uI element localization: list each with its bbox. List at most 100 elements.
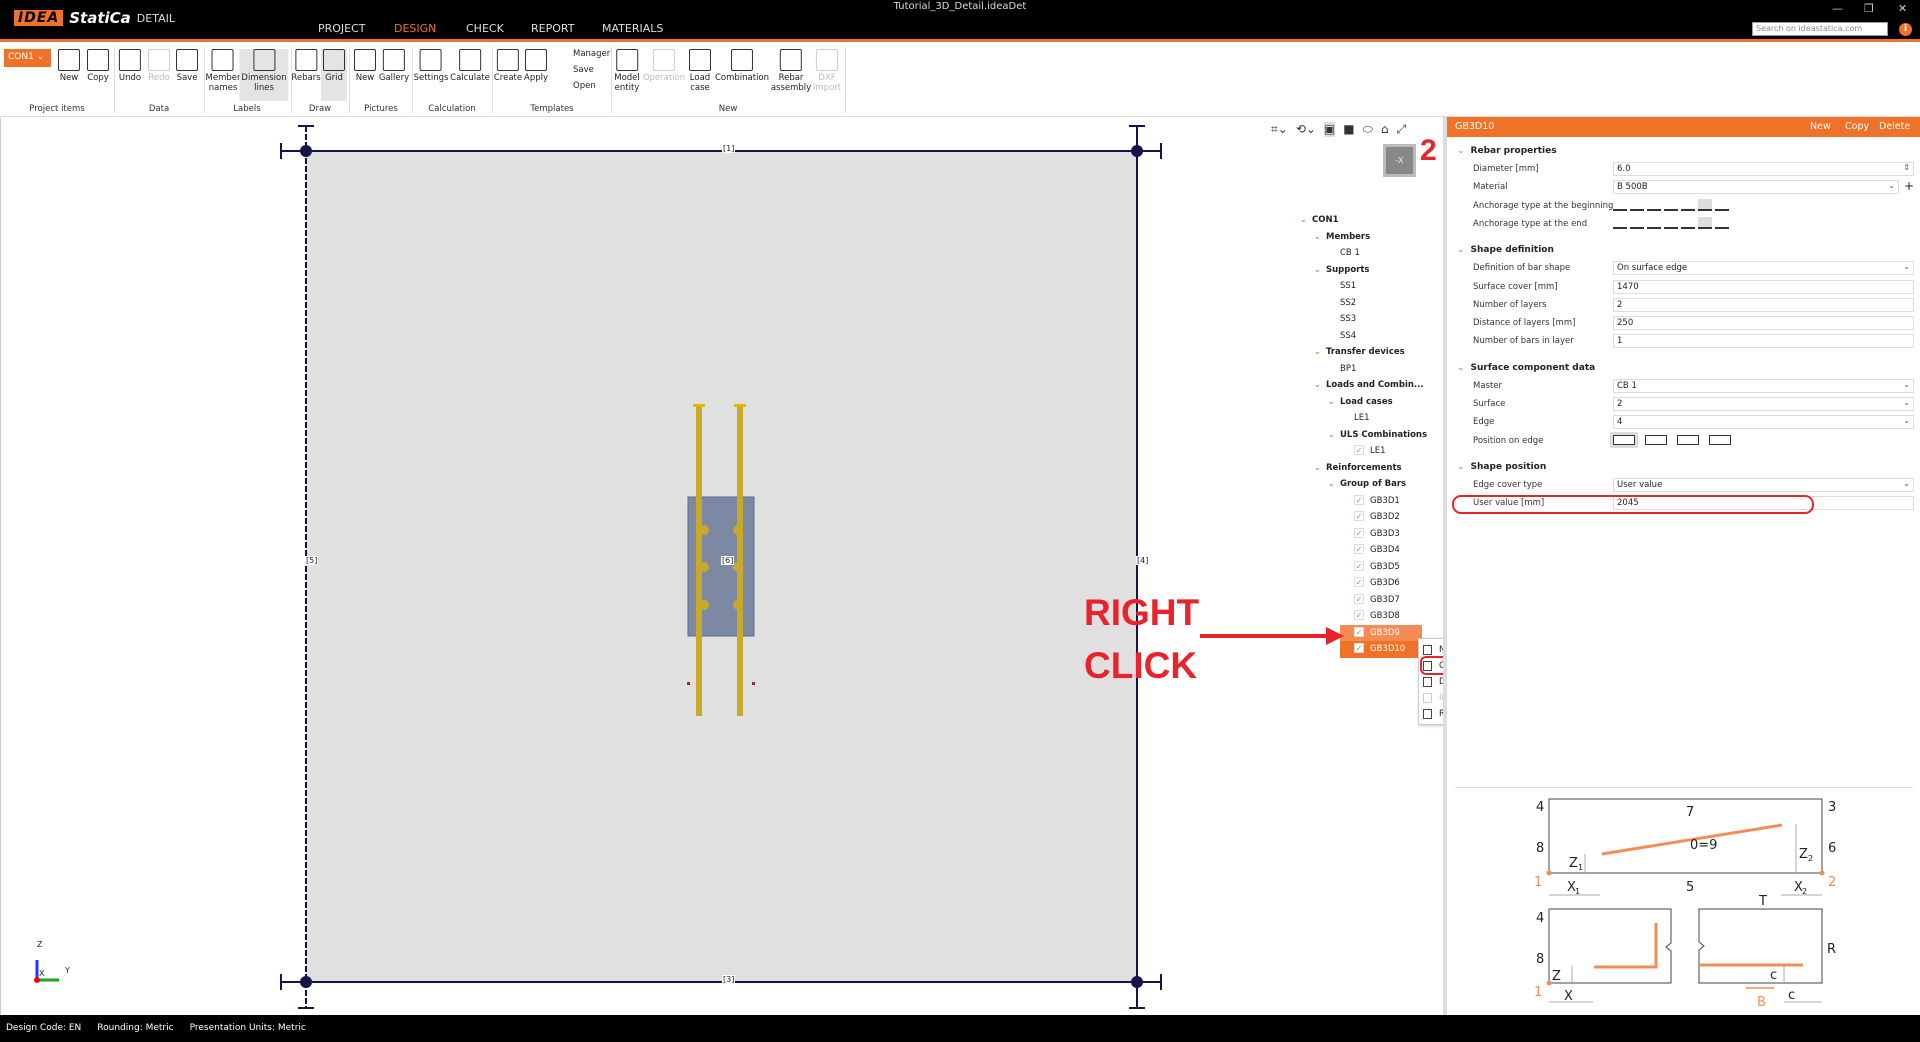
property-field-diameter-mm[interactable]: 6.0 ⇕ [1613, 162, 1914, 176]
tree-item[interactable]: ⌄ Loads and Combin... [1300, 377, 1440, 394]
ribbon-button-copy[interactable]: Copy [87, 49, 109, 83]
template-manager-button[interactable]: Manager [573, 49, 610, 59]
section-header[interactable]: ⌄ Shape position [1457, 462, 1546, 472]
ribbon-button-new[interactable]: New [354, 49, 376, 83]
tab-check[interactable]: CHECK [462, 22, 508, 42]
anchorage-option-icon[interactable] [1698, 198, 1712, 211]
tree-item[interactable]: ⌄ Group of Bars [1300, 476, 1440, 493]
render-icon[interactable]: ⬭ [1363, 122, 1373, 137]
ribbon-button-calculate[interactable]: Calculate [450, 49, 490, 83]
ribbon-button-new[interactable]: New [58, 49, 80, 83]
tree-item[interactable]: SS1 [1300, 278, 1440, 295]
template-save-button[interactable]: Save [573, 65, 594, 75]
home-icon[interactable]: ⌂ [1381, 122, 1389, 137]
tree-item[interactable]: ✓ GB3D3 [1300, 526, 1440, 543]
tree-item[interactable]: CB 1 [1300, 245, 1440, 262]
chevron-down-icon[interactable]: ⌄ [1328, 394, 1340, 411]
checkbox[interactable]: ✓ [1354, 626, 1364, 637]
tree-item[interactable]: SS2 [1300, 295, 1440, 312]
position-option-icon[interactable] [1645, 434, 1667, 445]
tree-item[interactable]: ✓ GB3D2 [1300, 509, 1440, 526]
ribbon-button-gallery[interactable]: Gallery [379, 49, 409, 83]
tree-item[interactable]: ⌄ Supports [1300, 262, 1440, 279]
connection-dropdown[interactable]: CON1 ⌄ [4, 49, 51, 67]
checkbox[interactable]: ✓ [1354, 560, 1364, 571]
spinner-icon[interactable]: ⇕ [1903, 163, 1910, 172]
ribbon-button-model-entity[interactable]: Model entity [614, 49, 640, 93]
property-field-material[interactable]: B 500B ⌄ [1613, 180, 1899, 195]
search-input[interactable]: Search on ideastatica.com [1752, 22, 1888, 36]
tree-item[interactable]: ⌄ Reinforcements [1300, 460, 1440, 477]
property-field-surface[interactable]: 2 ⌄ [1613, 397, 1914, 411]
ribbon-button-settings[interactable]: Settings [414, 49, 448, 83]
solid-icon[interactable]: ■ [1343, 122, 1354, 137]
section-header[interactable]: ⌄ Rebar properties [1457, 146, 1557, 156]
tab-design[interactable]: DESIGN [390, 22, 441, 42]
delete-button[interactable]: Delete [1879, 121, 1910, 132]
checkbox[interactable]: ✓ [1354, 511, 1364, 521]
tree-item[interactable]: ✓ GB3D7 [1300, 592, 1440, 609]
checkbox[interactable]: ✓ [1354, 544, 1364, 554]
chevron-down-icon[interactable]: ⌄ [1328, 476, 1340, 493]
tree-item[interactable]: ✓ LE1 [1300, 443, 1440, 460]
checkbox[interactable]: ✓ [1354, 494, 1364, 505]
anchorage-option-icon[interactable] [1681, 217, 1695, 229]
chevron-down-icon[interactable]: ⌄ [1300, 212, 1312, 229]
anchorage-option-icon[interactable] [1664, 199, 1678, 211]
anchorage-option-icon[interactable] [1715, 217, 1729, 229]
property-field-surface-cover-mm[interactable]: 1470 [1613, 279, 1914, 294]
ribbon-button-save[interactable]: Save [176, 49, 198, 83]
new-button[interactable]: New [1810, 121, 1831, 132]
ribbon-button-rebar-assembly[interactable]: Rebar assembly [771, 49, 811, 93]
ribbon-button-member-names[interactable]: Member names [206, 49, 240, 93]
ribbon-button-operation[interactable]: Operation [643, 49, 685, 83]
anchorage-option-icon[interactable] [1647, 217, 1661, 229]
ribbon-button-load-case[interactable]: Load case [689, 49, 711, 93]
chevron-down-icon[interactable]: ⌄ [1314, 377, 1326, 394]
tree-item[interactable]: SS4 [1300, 328, 1440, 345]
property-field-number-of-bars-in-layer[interactable]: 1 [1613, 334, 1914, 349]
view-cube[interactable]: -X [1383, 144, 1416, 177]
tree-item[interactable]: ✓ GB3D1 [1300, 493, 1440, 510]
chevron-down-icon[interactable]: ⌄ [1314, 229, 1326, 246]
tree-item[interactable]: LE1 [1300, 410, 1440, 427]
checkbox[interactable]: ✓ [1354, 527, 1364, 538]
property-field-number-of-layers[interactable]: 2 [1613, 297, 1914, 312]
property-field-definition-of-bar-shape[interactable]: On surface edge ⌄ [1613, 261, 1914, 276]
ribbon-button-rebars[interactable]: Rebars [291, 49, 321, 83]
tree-item[interactable]: ⌄ Load cases [1300, 394, 1440, 411]
anchorage-option-icon[interactable] [1630, 217, 1644, 229]
anchorage-option-icon[interactable] [1613, 217, 1627, 229]
chevron-down-icon[interactable]: ⌄ [1314, 344, 1326, 361]
chevron-down-icon[interactable]: ⌄ [1314, 262, 1326, 279]
chevron-down-icon[interactable]: ⌄ [1314, 460, 1326, 477]
ribbon-button-undo[interactable]: Undo [119, 49, 141, 83]
tab-materials[interactable]: MATERIALS [598, 22, 667, 42]
checkbox[interactable]: ✓ [1354, 643, 1364, 653]
anchorage-option-icon[interactable] [1664, 217, 1678, 229]
checkbox[interactable]: ✓ [1354, 593, 1364, 604]
tree-item[interactable]: ⌄ ULS Combinations [1300, 427, 1440, 444]
ribbon-button-apply[interactable]: Apply [524, 49, 548, 83]
close-button[interactable]: ✕ [1898, 2, 1907, 15]
position-option-icon[interactable] [1610, 431, 1638, 448]
tree-item[interactable]: ⌄ Transfer devices [1300, 344, 1440, 361]
tree-item[interactable]: ⌄ Members [1300, 229, 1440, 246]
template-open-button[interactable]: Open [573, 81, 596, 91]
tree-item[interactable]: SS3 [1300, 311, 1440, 328]
tree-item[interactable]: ⌄ CON1 [1300, 212, 1440, 229]
wireframe-icon[interactable]: ▣ [1323, 122, 1336, 137]
checkbox[interactable]: ✓ [1354, 445, 1364, 455]
tree-item[interactable]: ✓ GB3D10 [1340, 641, 1422, 658]
chevron-down-icon[interactable]: ⌄ [1328, 427, 1340, 444]
anchorage-option-icon[interactable] [1698, 216, 1712, 229]
crop-icon[interactable]: ⌗⌄ [1271, 122, 1288, 137]
fullscreen-icon[interactable]: ⤢ [1396, 122, 1406, 137]
3d-viewport[interactable]: [1] [3] [5] [4] [6] Z X Y ⌗⌄ ⟲⌄ ▣ ■ ⬭ ⌂ ⤢ -X [0, 118, 1440, 1015]
anchorage-option-icon[interactable] [1647, 199, 1661, 211]
ribbon-button-redo[interactable]: Redo [148, 49, 170, 83]
anchorage-option-icon[interactable] [1715, 199, 1729, 211]
tree-item[interactable]: ✓ GB3D4 [1300, 542, 1440, 559]
checkbox[interactable]: ✓ [1354, 577, 1364, 587]
section-header[interactable]: ⌄ Shape definition [1457, 245, 1554, 255]
